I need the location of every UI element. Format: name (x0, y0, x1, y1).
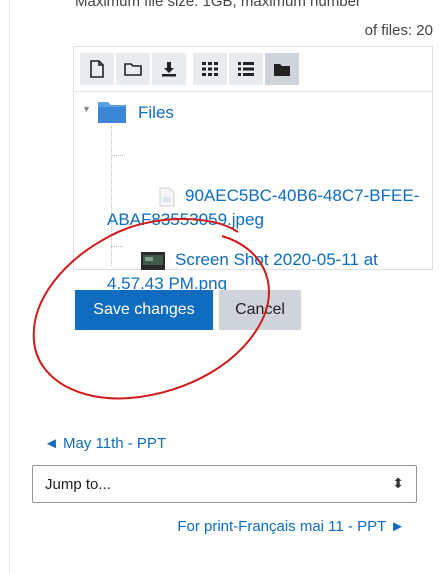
cancel-button[interactable]: Cancel (219, 290, 301, 330)
file-name-line1: Screen Shot 2020-05-11 at (175, 250, 378, 269)
tree-root-files[interactable]: Files (138, 103, 174, 123)
jump-to-select[interactable]: Jump to... ⬍ (32, 465, 417, 503)
folder-icon (98, 102, 126, 123)
file-tree: ▼ Files 90AEC5BC-40B6-48C7-BFEE- ABAF835… (74, 91, 432, 293)
collapse-arrow-icon[interactable]: ▼ (82, 104, 91, 114)
file-name-line1: 90AEC5BC-40B6-48C7-BFEE- (185, 186, 420, 205)
file-item-jpeg[interactable]: 90AEC5BC-40B6-48C7-BFEE- ABAF83553059.jp… (107, 184, 427, 232)
download-icon (162, 62, 176, 77)
list-view-button[interactable] (229, 53, 263, 85)
tree-view-icon (274, 63, 290, 76)
select-caret-icon: ⬍ (392, 475, 404, 491)
prev-activity-link[interactable]: ◄ May 11th - PPT (44, 435, 166, 452)
page-left-border (9, 0, 10, 573)
tree-view-button[interactable] (265, 53, 299, 85)
new-folder-button[interactable] (116, 53, 150, 85)
new-file-icon (90, 60, 104, 78)
file-name-line2: ABAF83553059.jpeg (107, 210, 264, 229)
new-folder-icon (124, 63, 142, 76)
download-button[interactable] (152, 53, 186, 85)
icon-view-button[interactable] (193, 53, 227, 85)
screenshot-thumbnail-icon (141, 251, 165, 270)
jump-to-value: Jump to... (45, 475, 111, 493)
new-file-button[interactable] (80, 53, 114, 85)
file-item-png[interactable]: Screen Shot 2020-05-11 at 4.57.43 PM.png (107, 248, 427, 296)
next-activity-link[interactable]: For print-Français mai 11 - PPT ► (177, 518, 405, 535)
save-changes-button[interactable]: Save changes (75, 290, 213, 330)
image-file-icon (159, 187, 175, 207)
file-limit-info: Maximum file size: 1GB, maximum number (75, 0, 361, 10)
file-limit-info-count: of files: 20 (364, 22, 433, 39)
file-manager-toolbar (80, 53, 299, 85)
icon-view-icon (202, 62, 218, 76)
list-view-icon (238, 62, 254, 76)
file-manager: ▼ Files 90AEC5BC-40B6-48C7-BFEE- ABAF835… (73, 46, 433, 293)
